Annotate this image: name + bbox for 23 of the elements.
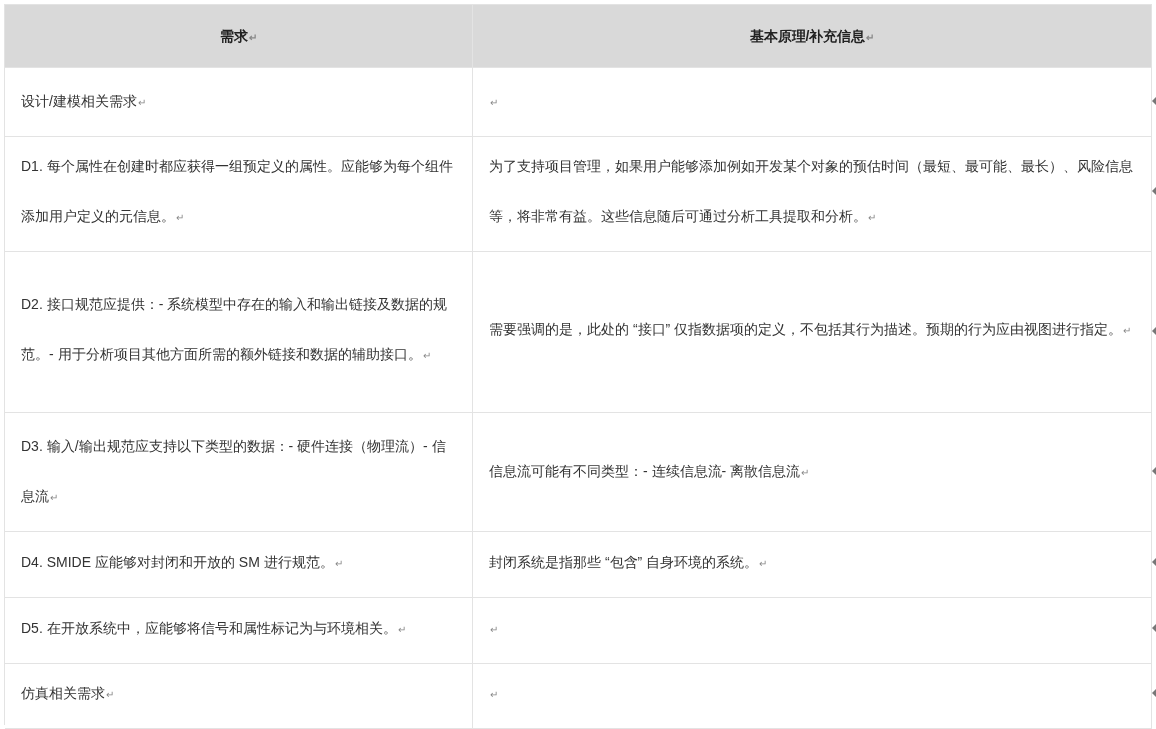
table-cell: D2. 接口规范应提供：- 系统模型中存在的输入和输出链接及数据的规范。- 用于分析项目其他方面所需的额外链接和数据的辅助接口。↵ — [5, 248, 473, 413]
column-header: 需求↵ — [5, 5, 473, 68]
table-cell: D5. 在开放系统中，应能够将信号和属性标记为与环境相关。↵ — [5, 595, 473, 664]
table-cell: 需要强调的是，此处的 “接口” 仅指数据项的定义，不包括其行为描述。预期的行为应由视图进行指定。↵ — [473, 248, 1152, 413]
row-end-marker-icon — [1152, 326, 1156, 335]
table-cell: 信息流可能有不同类型：- 连续信息流- 离散信息流↵ — [473, 413, 1152, 532]
table-cell: 封闭系统是指那些 “包含” 自身环境的系统。↵ — [473, 529, 1152, 598]
column-header: 基本原理/补充信息↵ — [473, 5, 1152, 68]
table-cell: 为了支持项目管理，如果用户能够添加例如开发某个对象的预估时间（最短、最可能、最长）、风险信息等，将非常有益。这些信息随后可通过分析工具提取和分析。↵ — [473, 133, 1152, 252]
row-end-marker-icon — [1152, 558, 1156, 566]
table-cell: ↵ — [473, 68, 1152, 137]
table-cell: ↵ — [473, 595, 1152, 664]
row-end-marker-icon — [1152, 688, 1156, 697]
table-cell: D3. 输入/输出规范应支持以下类型的数据：- 硬件连接（物理流）- 信息流↵ — [5, 413, 473, 532]
table-cell: ↵ — [473, 660, 1152, 729]
row-end-marker-icon — [1152, 186, 1156, 195]
table-cell: D1. 每个属性在创建时都应获得一组预定义的属性。应能够为每个组件添加用户定义的元信息。↵ — [5, 133, 473, 252]
row-end-marker-icon — [1152, 623, 1156, 632]
table-cell: D4. SMIDE 应能够对封闭和开放的 SM 进行规范。↵ — [5, 529, 473, 598]
table-cell: 仿真相关需求↵ — [5, 660, 473, 729]
table-cell: 设计/建模相关需求↵ — [5, 68, 473, 137]
row-end-marker-icon — [1152, 467, 1156, 475]
row-end-marker-icon — [1152, 96, 1156, 105]
